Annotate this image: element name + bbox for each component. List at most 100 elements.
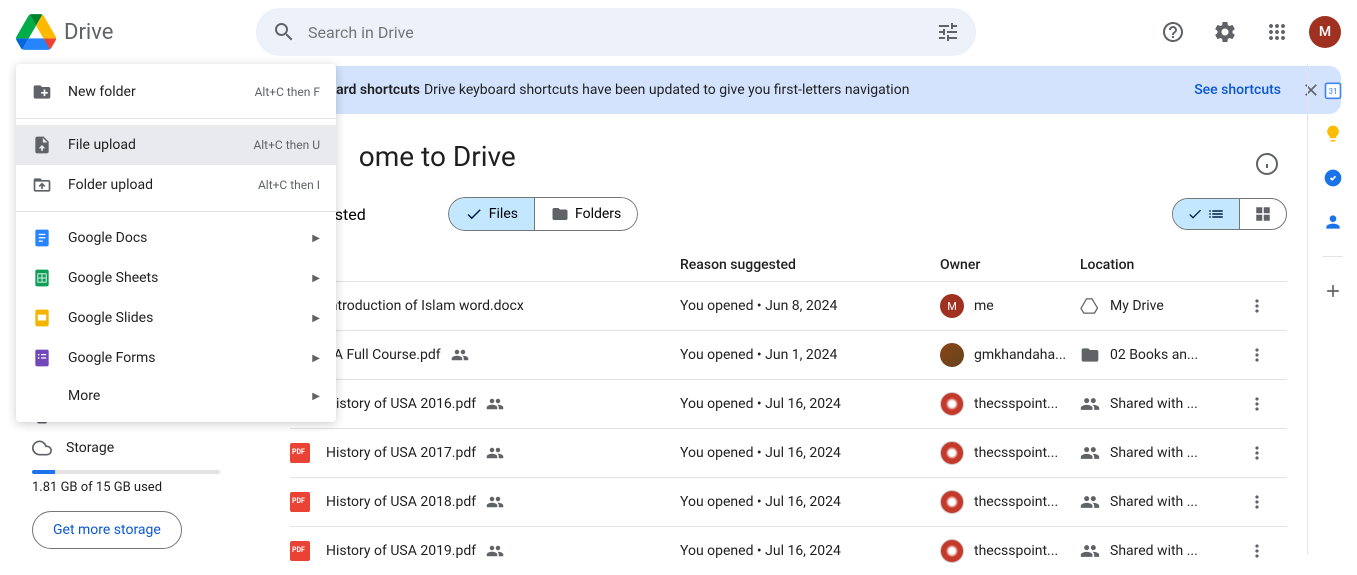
keep-icon[interactable] (1323, 124, 1343, 144)
search-options-icon[interactable] (936, 20, 960, 44)
svg-text:31: 31 (1328, 87, 1337, 97)
list-icon (1207, 205, 1225, 223)
help-button[interactable] (1153, 12, 1193, 52)
table-row[interactable]: History of USA 2017.pdf You opened • Jul… (290, 428, 1287, 477)
location-cell: Shared with ... (1080, 443, 1247, 463)
toolbar: SuggSuggestedested Files Folders (290, 197, 1287, 231)
reason-text: You opened • Jul 16, 2024 (680, 445, 940, 461)
chevron-right-icon: ▶ (312, 313, 320, 324)
owner-cell: thecsspoint... (940, 490, 1080, 514)
shared-icon (451, 346, 469, 364)
table-row[interactable]: PA Full Course.pdf You opened • Jun 1, 2… (290, 330, 1287, 379)
table-row[interactable]: Introduction of Islam word.docx You open… (290, 281, 1287, 330)
tasks-icon[interactable] (1323, 168, 1343, 188)
check-icon (465, 205, 483, 223)
table-header: Reason suggested Owner Location (290, 249, 1287, 281)
menu-google-sheets[interactable]: Google Sheets ▶ (16, 258, 336, 298)
contacts-icon[interactable] (1323, 212, 1343, 232)
owner-avatar (940, 392, 964, 416)
more-actions-button[interactable] (1247, 296, 1287, 316)
shared-icon (486, 444, 504, 462)
menu-file-upload[interactable]: File upload Alt+C then U (16, 125, 336, 165)
search-bar[interactable] (256, 8, 976, 56)
reason-text: You opened • Jul 16, 2024 (680, 494, 940, 510)
owner-avatar: M (940, 294, 964, 318)
pdf-icon (290, 443, 310, 463)
apps-button[interactable] (1257, 12, 1297, 52)
cloud-icon (32, 438, 52, 458)
notification-link[interactable]: See shortcuts (1194, 82, 1281, 98)
sidebar-storage[interactable]: Storage (16, 432, 236, 464)
chevron-right-icon: ▶ (312, 273, 320, 284)
menu-more[interactable]: More ▶ (16, 378, 336, 414)
col-location: Location (1080, 257, 1247, 273)
location-icon (1080, 443, 1100, 463)
view-toggle (1172, 198, 1287, 230)
location-cell: My Drive (1080, 296, 1247, 316)
owner-avatar (940, 441, 964, 465)
menu-new-folder[interactable]: New folder Alt+C then F (16, 72, 336, 112)
owner-avatar (940, 490, 964, 514)
location-icon (1080, 492, 1100, 512)
menu-google-docs[interactable]: Google Docs ▶ (16, 218, 336, 258)
get-storage-button[interactable]: Get more storage (32, 511, 182, 549)
chevron-right-icon: ▶ (312, 391, 320, 402)
file-name: History of USA 2018.pdf (326, 494, 476, 510)
storage-fill (32, 470, 55, 474)
file-name: History of USA 2016.pdf (326, 396, 476, 412)
location-icon (1080, 541, 1100, 561)
user-avatar[interactable]: M (1309, 16, 1341, 48)
location-cell: Shared with ... (1080, 394, 1247, 414)
docs-icon (32, 228, 52, 248)
filter-files-button[interactable]: Files (448, 197, 535, 231)
file-name: PA Full Course.pdf (326, 347, 441, 363)
add-icon[interactable] (1323, 281, 1343, 301)
file-name: Introduction of Islam word.docx (326, 298, 524, 314)
more-actions-button[interactable] (1247, 541, 1287, 561)
table-row[interactable]: History of USA 2016.pdf You opened • Jul… (290, 379, 1287, 428)
sheets-icon (32, 268, 52, 288)
owner-avatar (940, 539, 964, 563)
notification-message: Drive keyboard shortcuts have been updat… (424, 82, 909, 98)
grid-view-button[interactable] (1239, 199, 1286, 229)
pdf-icon (290, 492, 310, 512)
filter-segmented: Files Folders (448, 197, 638, 231)
owner-avatar (940, 343, 964, 367)
more-vert-icon (1247, 394, 1267, 414)
new-folder-icon (32, 82, 52, 102)
settings-button[interactable] (1205, 12, 1245, 52)
menu-google-slides[interactable]: Google Slides ▶ (16, 298, 336, 338)
more-actions-button[interactable] (1247, 345, 1287, 365)
more-vert-icon (1247, 541, 1267, 561)
more-actions-button[interactable] (1247, 492, 1287, 512)
logo-area[interactable]: Drive (16, 12, 256, 52)
col-owner: Owner (940, 257, 1080, 273)
table-row[interactable]: History of USA 2019.pdf You opened • Jul… (290, 526, 1287, 575)
search-input[interactable] (308, 23, 924, 42)
file-name: History of USA 2019.pdf (326, 543, 476, 559)
folder-icon (551, 205, 569, 223)
list-view-button[interactable] (1173, 199, 1239, 229)
info-icon (1255, 152, 1279, 176)
filter-folders-button[interactable]: Folders (535, 197, 638, 231)
more-vert-icon (1247, 492, 1267, 512)
menu-google-forms[interactable]: Google Forms ▶ (16, 338, 336, 378)
more-vert-icon (1247, 296, 1267, 316)
chevron-right-icon: ▶ (312, 233, 320, 244)
pdf-icon (290, 541, 310, 561)
menu-folder-upload[interactable]: Folder upload Alt+C then I (16, 165, 336, 205)
col-reason: Reason suggested (680, 257, 940, 273)
more-actions-button[interactable] (1247, 443, 1287, 463)
details-button[interactable] (1247, 144, 1287, 184)
reason-text: You opened • Jul 16, 2024 (680, 396, 940, 412)
main-content: WelcWelcome to Driveome to Drive SuggSug… (270, 120, 1307, 575)
calendar-icon[interactable]: 31 (1323, 80, 1343, 100)
shared-icon (486, 493, 504, 511)
owner-cell: gmkhandaha... (940, 343, 1080, 367)
location-cell: Shared with ... (1080, 492, 1247, 512)
more-actions-button[interactable] (1247, 394, 1287, 414)
location-icon (1080, 296, 1100, 316)
grid-icon (1254, 205, 1272, 223)
table-row[interactable]: History of USA 2018.pdf You opened • Jul… (290, 477, 1287, 526)
owner-cell: thecsspoint... (940, 441, 1080, 465)
